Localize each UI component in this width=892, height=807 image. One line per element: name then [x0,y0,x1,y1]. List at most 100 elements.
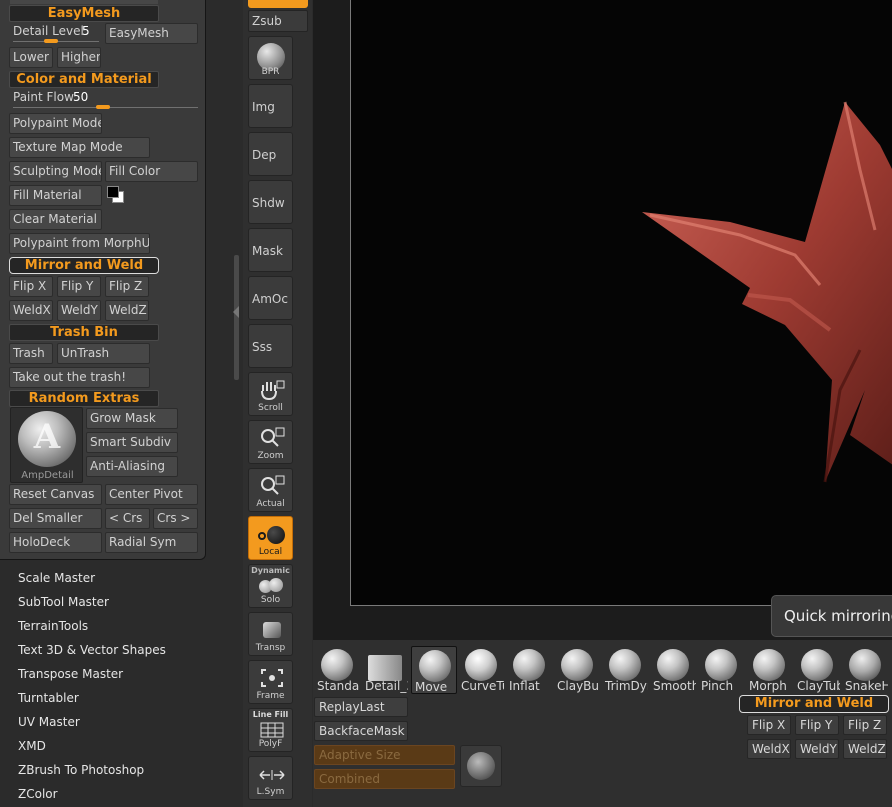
radial-sym-button[interactable]: Radial Sym [105,532,198,553]
collapse-arrow-icon[interactable] [233,306,239,318]
center-pivot-button[interactable]: Center Pivot [105,484,198,505]
plugin-item-uv-master[interactable]: UV Master [18,715,80,729]
plugin-item-subtool-master[interactable]: SubTool Master [18,595,109,609]
brush-pinch[interactable]: Pinch [698,646,744,694]
zsub-button[interactable]: Zsub [248,10,308,32]
smart-subdiv-button[interactable]: Smart Subdiv [86,432,178,453]
grow-mask-button[interactable]: Grow Mask [86,408,178,429]
fill-material-button[interactable]: Fill Material [9,185,102,206]
sculpt-model[interactable] [620,90,892,490]
plugin-item-terraintools[interactable]: TerrainTools [18,619,88,633]
sss-button[interactable]: Sss [248,324,293,368]
weld-x-button[interactable]: WeldX [9,300,53,321]
brush-inflat[interactable]: Inflat [506,646,552,694]
flip-x-button[interactable]: Flip X [9,276,53,297]
frame-button[interactable]: Frame [248,660,293,704]
brush-standard[interactable]: Standard [314,646,360,694]
brush-claytubes[interactable]: ClayTubes [794,646,840,694]
tray-flip-y-button[interactable]: Flip Y [795,715,839,735]
plugin-item-xmd[interactable]: XMD [18,739,46,753]
curve-knob[interactable] [460,745,502,787]
img-button[interactable]: Img [248,84,293,128]
brush-snakehook[interactable]: SnakeHook [842,646,892,694]
plugin-item-transpose-master[interactable]: Transpose Master [18,667,123,681]
brush-curvetube[interactable]: CurveTube [458,646,504,694]
brush-claybuildup[interactable]: ClayBuild [554,646,600,694]
next-crs-button[interactable]: Crs > [153,508,198,529]
mirror-weld-header[interactable]: Mirror and Weld [9,257,159,274]
brush-label: CurveTube [461,679,504,693]
plugin-item-zbrush-to-photoshop[interactable]: ZBrush To Photoshop [18,763,144,777]
adaptive-size-button[interactable]: Adaptive Size [314,745,455,765]
tray-weld-z-button[interactable]: WeldZ [843,739,887,759]
del-smaller-button[interactable]: Del Smaller [9,508,102,529]
line-fill-label: Line Fill [252,710,289,719]
easymesh-header[interactable]: EasyMesh [9,5,159,22]
weld-y-button[interactable]: WeldY [57,300,101,321]
brush-morph[interactable]: Morph [746,646,792,694]
bpr-button[interactable]: BPR [248,36,293,80]
detail-level-label: Detail Level [13,24,84,38]
brush-smooth[interactable]: Smooth [650,646,696,694]
tray-flip-z-button[interactable]: Flip Z [843,715,887,735]
tray-mirror-weld-header[interactable]: Mirror and Weld [739,695,889,713]
sculpting-mode-button[interactable]: Sculpting Mode [9,161,102,182]
zoom-button[interactable]: Zoom [248,420,293,464]
polyf-button[interactable]: Line Fill PolyF [248,708,293,752]
dynamic-solo-button[interactable]: Dynamic Solo [248,564,293,608]
tray-weld-y-button[interactable]: WeldY [795,739,839,759]
dep-button[interactable]: Dep [248,132,293,176]
trash-button[interactable]: Trash [9,343,53,364]
local-button[interactable]: Local [248,516,293,560]
anti-aliasing-button[interactable]: Anti-Aliasing [86,456,178,477]
mask-button[interactable]: Mask [248,228,293,272]
plugin-item-zcolor[interactable]: ZColor [18,787,58,801]
tray-flip-x-button[interactable]: Flip X [747,715,791,735]
scroll-button[interactable]: Scroll [248,372,293,416]
lsym-button[interactable]: L.Sym [248,756,293,800]
take-out-trash-button[interactable]: Take out the trash! [9,367,150,388]
untrash-button[interactable]: UnTrash [57,343,150,364]
higher-button[interactable]: Higher [57,47,101,68]
primary-color-swatch[interactable] [107,186,119,198]
polypaint-mode-button[interactable]: Polypaint Mode [9,113,102,134]
paint-flow-knob[interactable] [96,105,110,109]
flip-y-button[interactable]: Flip Y [57,276,101,297]
replay-last-button[interactable]: ReplayLast [314,697,408,717]
brush-move[interactable]: Move [411,646,457,694]
fill-color-button[interactable]: Fill Color [105,161,198,182]
random-extras-header[interactable]: Random Extras [9,390,159,407]
transp-button[interactable]: Transp [248,612,293,656]
shdw-button[interactable]: Shdw [248,180,293,224]
color-material-header[interactable]: Color and Material [9,71,159,88]
smooth-brush-icon [657,649,689,681]
combined-button[interactable]: Combined [314,769,455,789]
claybuildup-brush-icon [561,649,593,681]
prev-crs-button[interactable]: < Crs [105,508,150,529]
detail-level-knob[interactable] [44,39,58,43]
holodeck-button[interactable]: HoloDeck [9,532,102,553]
brush-label: ClayBuild [557,679,600,693]
amoc-button[interactable]: AmOc [248,276,293,320]
plugin-item-scale-master[interactable]: Scale Master [18,571,95,585]
zadd-button[interactable] [248,0,308,8]
flip-z-button[interactable]: Flip Z [105,276,149,297]
tray-weld-x-button[interactable]: WeldX [747,739,791,759]
backface-mask-button[interactable]: BackfaceMask [314,721,408,741]
color-swatch[interactable] [107,186,125,204]
actual-button[interactable]: Actual [248,468,293,512]
texture-map-mode-button[interactable]: Texture Map Mode [9,137,150,158]
brush-detail[interactable]: Detail_3 [362,646,408,694]
polypaint-from-morphuv-button[interactable]: Polypaint from MorphUV [9,233,150,254]
easymesh-button[interactable]: EasyMesh [105,23,198,44]
plugin-item-turntabler[interactable]: Turntabler [18,691,79,705]
trash-bin-header[interactable]: Trash Bin [9,324,159,341]
brush-trimdynamic[interactable]: TrimDynamic [602,646,648,694]
reset-canvas-button[interactable]: Reset Canvas [9,484,102,505]
plugin-item-text-3d[interactable]: Text 3D & Vector Shapes [18,643,166,657]
ampdetail-button[interactable]: A AmpDetail [10,407,83,483]
lower-button[interactable]: Lower [9,47,53,68]
weld-z-button[interactable]: WeldZ [105,300,149,321]
standard-brush-icon [321,649,353,681]
clear-material-button[interactable]: Clear Material [9,209,102,230]
